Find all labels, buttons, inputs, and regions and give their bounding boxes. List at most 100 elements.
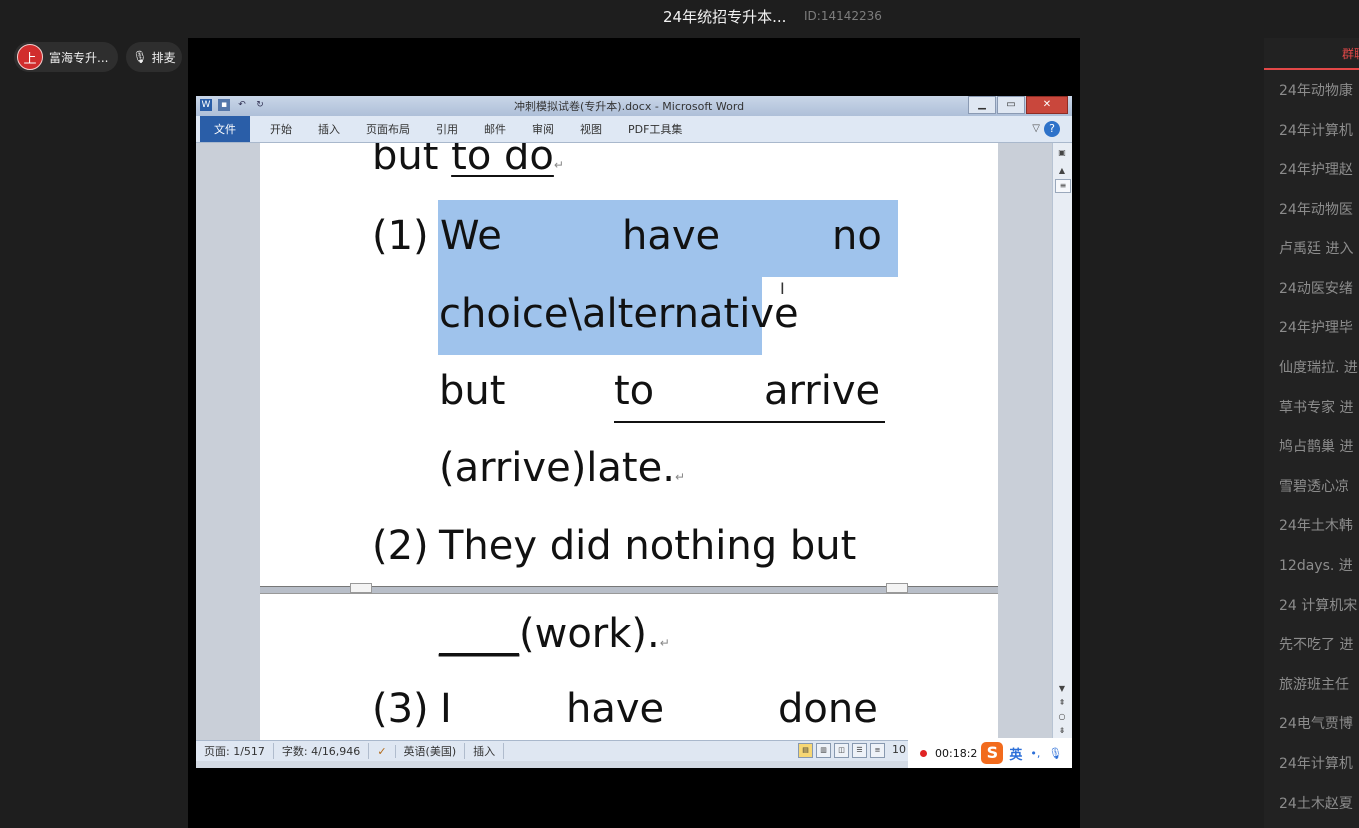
previous-page-icon[interactable]: ⇞: [1055, 697, 1069, 709]
chat-message: 24年护理毕: [1279, 320, 1353, 336]
chat-message: 24年计算机: [1279, 123, 1353, 139]
chat-message: 24动医安绪: [1279, 281, 1353, 297]
chat-message: 24年土木韩: [1279, 518, 1353, 534]
chat-message: 24电气贾博: [1279, 716, 1353, 732]
minimize-button[interactable]: ▁: [968, 96, 996, 114]
tab-group-chat-label: 群聊: [1342, 47, 1359, 61]
ime-punctuation-icon[interactable]: •,: [1030, 747, 1040, 760]
window-title: 冲刺模拟试卷(专升本).docx - Microsoft Word: [514, 100, 745, 113]
doc-text: (arrive)late.: [439, 445, 675, 491]
answer-blank: ____: [439, 611, 519, 657]
ruler-toggle-icon[interactable]: ▣: [1055, 147, 1069, 159]
mic-queue-label: 排麦: [151, 50, 176, 65]
draft-view-icon[interactable]: ≡: [870, 743, 885, 758]
chat-message: 鸠占鹊巢 进: [1279, 439, 1354, 455]
tab-mailings[interactable]: 邮件: [484, 121, 506, 137]
item-number: (3): [372, 686, 429, 732]
doc-word: have: [566, 686, 665, 732]
save-icon[interactable]: ▪: [218, 99, 230, 111]
item-number: (1): [372, 213, 429, 259]
recording-overlay: 00:18:2 S 英 •, 🎙: [908, 738, 1072, 768]
tab-pdf-tools[interactable]: PDF工具集: [628, 121, 682, 137]
doc-line: (arrive)late.↵: [439, 445, 685, 491]
vertical-scrollbar[interactable]: ▣ ▲ ≡ ▼ ⇞ ○ ⇟: [1052, 143, 1072, 740]
document-area[interactable]: but to do↵ (1) We have no choice\alterna…: [196, 143, 1052, 740]
chat-message: 雪碧透心凉: [1279, 479, 1349, 495]
room-title: 24年统招专升本...: [663, 8, 787, 26]
word-window: W ▪ ↶ ↻ 冲刺模拟试卷(专升本).docx - Microsoft Wor…: [196, 96, 1072, 768]
tab-home[interactable]: 开始: [270, 121, 292, 137]
language-indicator[interactable]: 英语(美国): [396, 743, 466, 759]
print-layout-view-icon[interactable]: ▤: [798, 743, 813, 758]
page-count[interactable]: 页面: 1/517: [196, 743, 274, 759]
scroll-up-icon[interactable]: ▲: [1055, 165, 1069, 177]
mic-queue-button[interactable]: 🎙 排麦: [126, 42, 182, 72]
margin-marker: [350, 583, 372, 593]
reading-view-icon[interactable]: ▥: [816, 743, 831, 758]
tab-group-chat[interactable]: 群聊: [1264, 38, 1359, 70]
host-avatar: 上: [17, 44, 43, 70]
ribbon-collapse-icon[interactable]: ▽: [1032, 123, 1040, 134]
chat-message: 草书专家 进: [1279, 400, 1354, 416]
chat-message: 24年动物医: [1279, 202, 1353, 218]
chat-message: 24 计算机宋: [1279, 598, 1358, 614]
tab-file[interactable]: 文件: [200, 116, 250, 142]
doc-word: to: [614, 368, 655, 414]
doc-word: done: [778, 686, 878, 732]
next-page-icon[interactable]: ⇟: [1055, 725, 1069, 737]
doc-underlined-text: to do: [451, 143, 554, 179]
recording-dot-icon: [920, 749, 927, 757]
chat-message: 先不吃了 进: [1279, 637, 1354, 653]
doc-line: ____(work).↵: [439, 611, 670, 657]
doc-word: I: [440, 686, 452, 732]
ribbon-tabs: 文件 开始 插入 页面布局 引用 邮件 审阅 视图 PDF工具集: [196, 116, 1072, 143]
doc-word: We: [440, 213, 502, 259]
word-count[interactable]: 字数: 4/16,946: [274, 743, 370, 759]
chat-message: 24年护理赵: [1279, 162, 1353, 178]
sogou-ime-icon[interactable]: S: [981, 742, 1004, 764]
margin-marker: [886, 583, 908, 593]
tab-view[interactable]: 视图: [580, 121, 602, 137]
doc-line: They did nothing but: [439, 523, 857, 569]
insert-mode[interactable]: 插入: [465, 743, 505, 759]
web-view-icon[interactable]: ◫: [834, 743, 849, 758]
chat-message: 24年动物康: [1279, 83, 1353, 99]
view-buttons: ▤ ▥ ◫ ☰ ≡ 10: [798, 743, 906, 758]
doc-word: but: [439, 368, 506, 414]
chat-message: 24土木赵夏: [1279, 796, 1353, 812]
maximize-button[interactable]: ▭: [997, 96, 1025, 114]
redo-icon[interactable]: ↻: [254, 99, 266, 111]
help-icon[interactable]: ?: [1044, 121, 1060, 137]
doc-word: no: [832, 213, 882, 259]
close-button[interactable]: ✕: [1026, 96, 1068, 114]
chat-panel: 群聊 24年动物康 24年计算机 24年护理赵 24年动物医 卢禹廷 进入 24…: [1264, 38, 1359, 828]
doc-selected-text: choice\alternat: [439, 291, 740, 337]
undo-icon[interactable]: ↶: [236, 99, 248, 111]
tab-references[interactable]: 引用: [436, 121, 458, 137]
paragraph-mark: ↵: [553, 158, 564, 172]
tab-insert[interactable]: 插入: [318, 121, 340, 137]
host-badge[interactable]: 上 富海专升...: [14, 42, 118, 72]
room-id: ID:14142236: [804, 9, 882, 23]
chat-message: 卢禹廷 进入: [1279, 241, 1354, 257]
outline-view-icon[interactable]: ☰: [852, 743, 867, 758]
browse-object-icon[interactable]: ○: [1055, 711, 1069, 723]
doc-word: arrive: [764, 368, 881, 414]
microphone-icon: 🎙: [132, 50, 148, 64]
paragraph-mark: ↵: [674, 470, 685, 484]
ime-microphone-icon[interactable]: 🎙: [1048, 747, 1062, 760]
doc-text: ive: [739, 291, 799, 337]
scroll-thumb[interactable]: ≡: [1055, 179, 1071, 193]
doc-line-0: but to do↵: [372, 143, 564, 179]
recording-time: 00:18:2: [935, 746, 978, 760]
window-controls: ▁ ▭ ✕: [967, 96, 1068, 114]
tab-review[interactable]: 审阅: [532, 121, 554, 137]
proofing-icon[interactable]: ✓: [369, 744, 396, 758]
zoom-level[interactable]: 10: [892, 743, 906, 758]
tab-page-layout[interactable]: 页面布局: [366, 121, 410, 137]
ime-language-toggle[interactable]: 英: [1009, 744, 1022, 763]
scroll-down-icon[interactable]: ▼: [1055, 683, 1069, 695]
host-name: 富海专升...: [49, 50, 109, 65]
doc-line-selected: choice\alternative: [439, 291, 799, 337]
doc-text: (work).: [519, 611, 660, 657]
